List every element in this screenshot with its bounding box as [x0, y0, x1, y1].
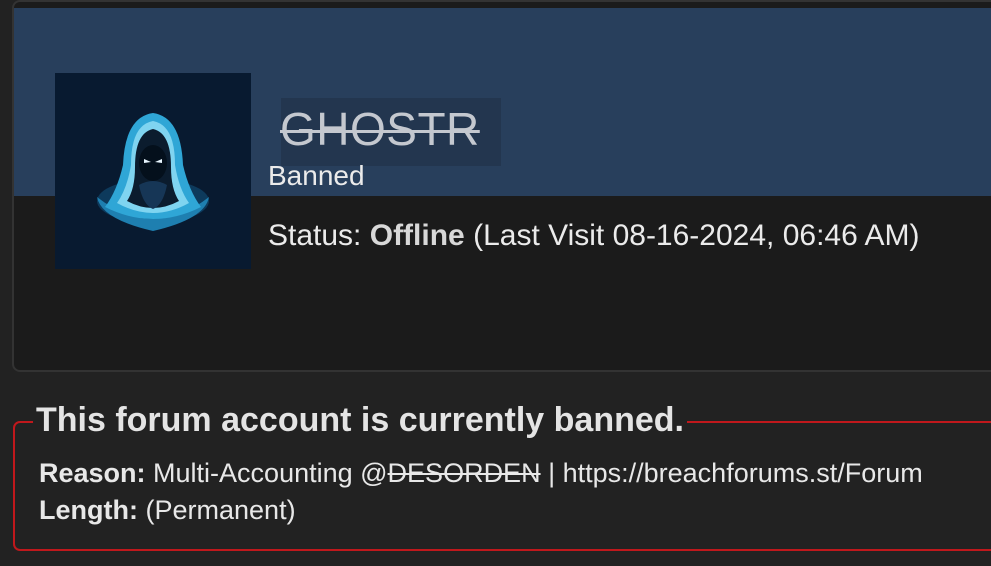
avatar[interactable] — [55, 73, 251, 269]
reason-suffix: | https://breachforums.st/Forum — [540, 458, 923, 488]
profile-card — [12, 0, 991, 372]
length-value: (Permanent) — [145, 495, 296, 525]
length-label: Length: — [39, 495, 138, 525]
reason-prefix: Multi-Accounting @ — [153, 458, 388, 488]
ban-heading: This forum account is currently banned. — [33, 400, 687, 440]
user-title: Banned — [268, 160, 365, 191]
reason-label: Reason: — [39, 458, 146, 488]
status-line: Status: Offline (Last Visit 08-16-2024, … — [268, 218, 919, 254]
ban-reason: Reason: Multi-Accounting @DESORDEN | htt… — [39, 457, 923, 489]
ban-length: Length: (Permanent) — [39, 494, 296, 526]
status-label: Status: — [268, 219, 362, 252]
status-value: Offline — [369, 219, 465, 252]
last-visit: (Last Visit 08-16-2024, 06:46 AM) — [473, 219, 920, 252]
reason-struck-user[interactable]: DESORDEN — [388, 458, 541, 488]
hooded-figure-icon — [97, 113, 209, 231]
username[interactable]: GHOSTR — [280, 101, 480, 157]
